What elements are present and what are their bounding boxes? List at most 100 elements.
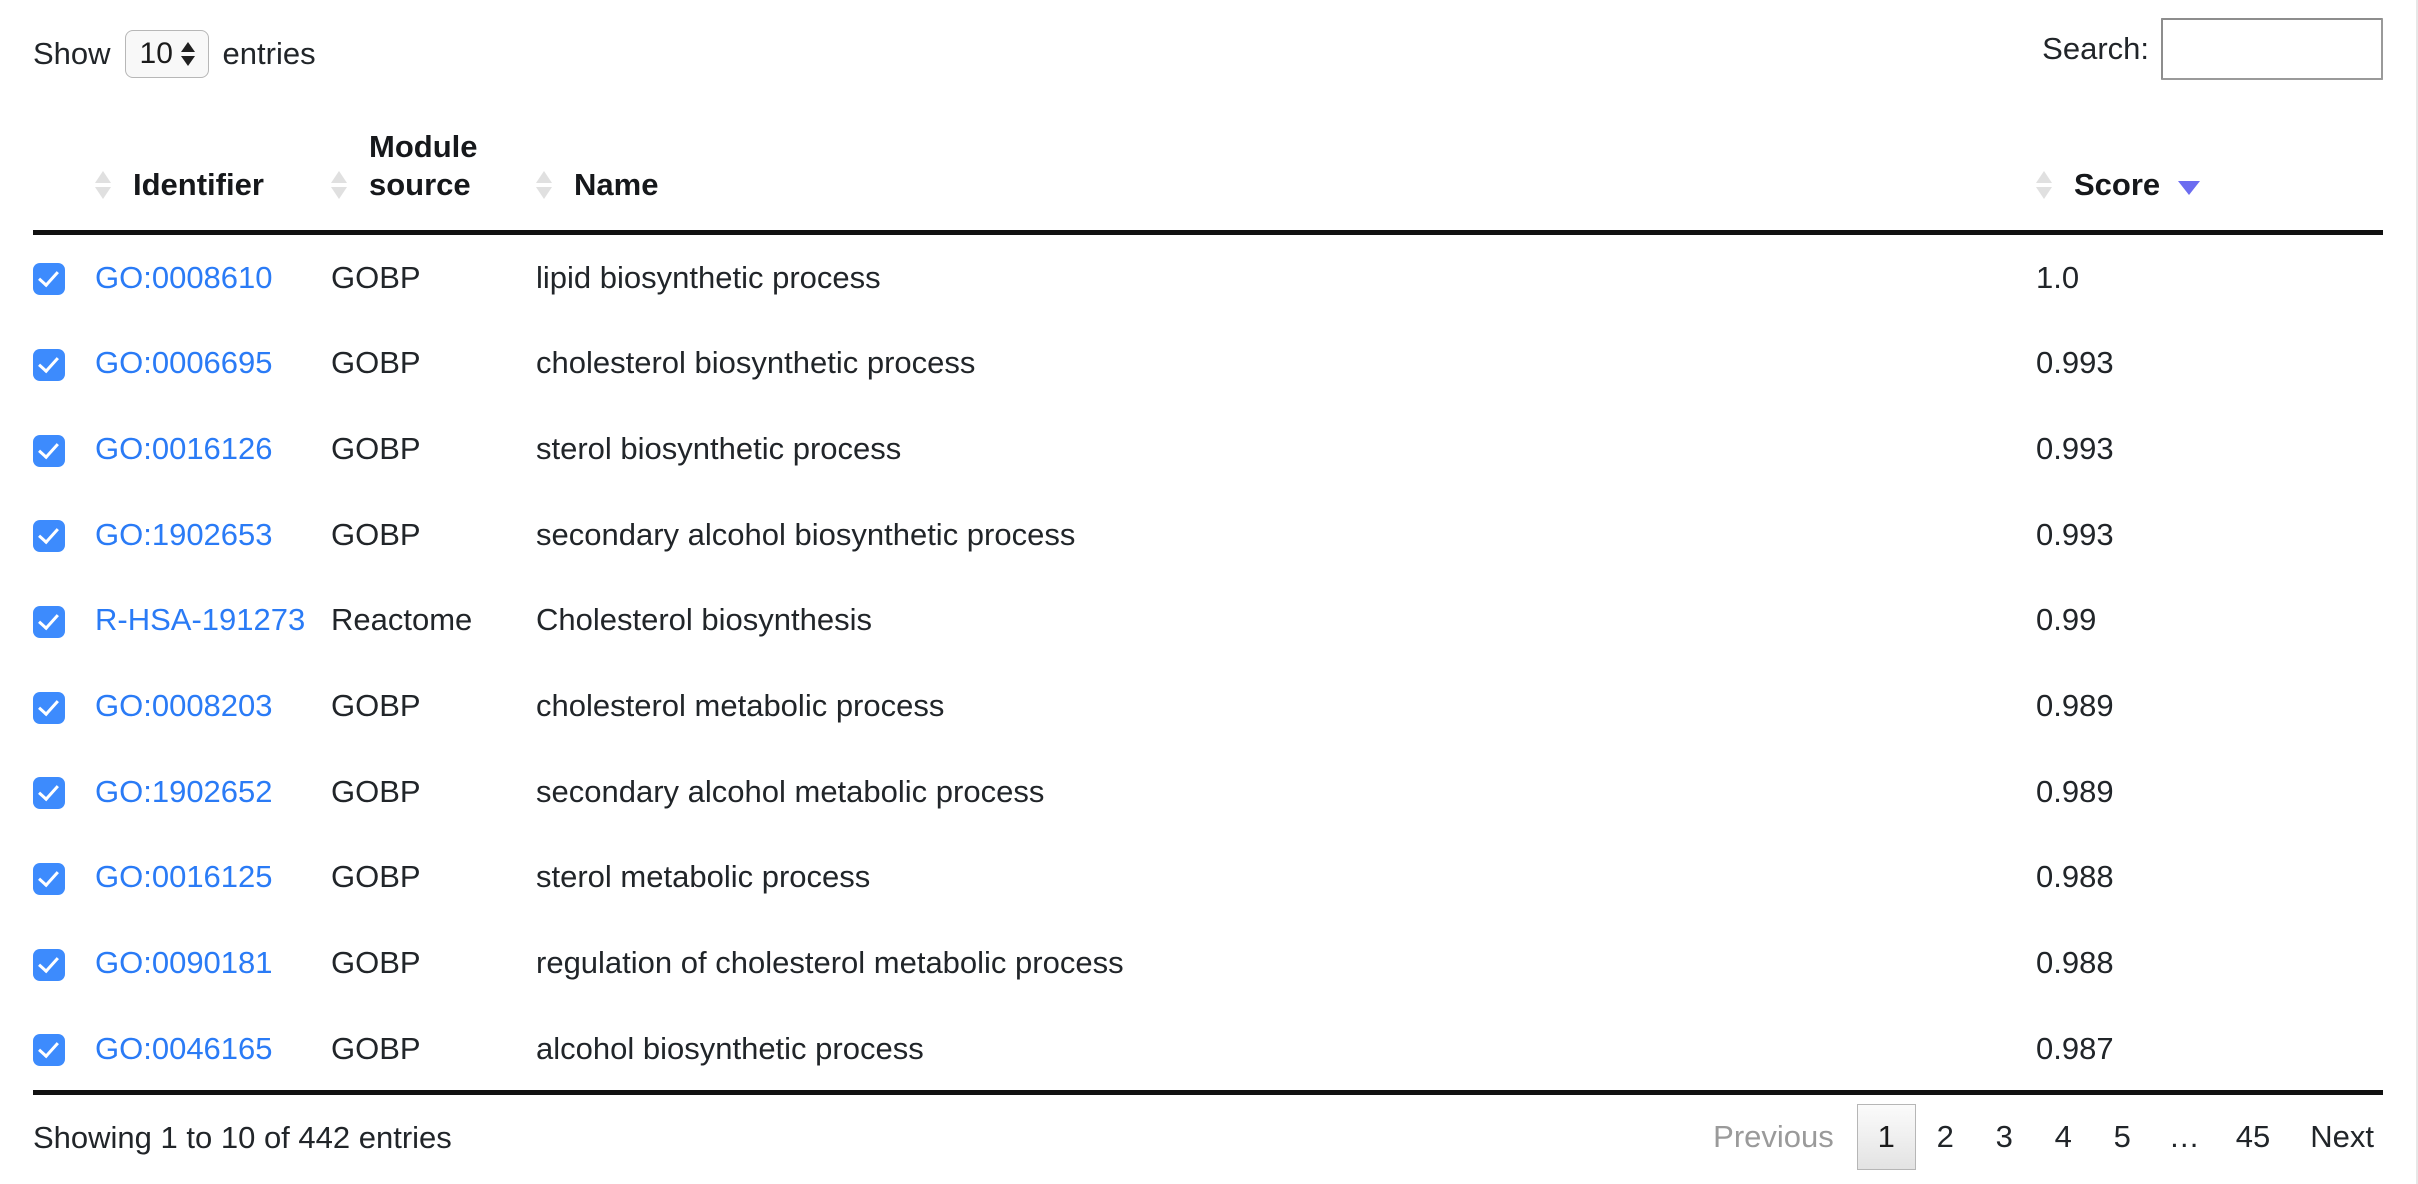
table-row: GO:0016126 GOBP sterol biosynthetic proces… bbox=[33, 406, 2383, 492]
identifier-link[interactable]: GO:0016125 bbox=[95, 859, 273, 894]
table-row: GO:0008203 GOBP cholesterol metabolic proc… bbox=[33, 663, 2383, 749]
identifier-cell: R-HSA-191273 bbox=[95, 577, 331, 663]
pagination-button-next[interactable]: Next bbox=[2287, 1104, 2383, 1170]
page-length-value: 10 bbox=[139, 37, 173, 70]
score-cell: 0.988 bbox=[2036, 859, 2114, 895]
row-checkbox[interactable] bbox=[33, 948, 65, 981]
row-select-cell bbox=[33, 834, 95, 920]
stepper-arrows-icon[interactable] bbox=[180, 39, 195, 69]
column-label-score: Score bbox=[2074, 166, 2161, 202]
column-label-module-source: Module source bbox=[369, 129, 478, 202]
module-source-cell: GOBP bbox=[331, 259, 421, 295]
identifier-link[interactable]: GO:0008610 bbox=[95, 260, 273, 295]
table-row: GO:0090181 GOBP regulation of cholesterol … bbox=[33, 920, 2383, 1006]
table-row: GO:0046165 GOBP alcohol biosynthetic proce… bbox=[33, 1006, 2383, 1093]
identifier-link[interactable]: GO:0016126 bbox=[95, 431, 273, 466]
module-source-cell: GOBP bbox=[331, 945, 421, 980]
pagination-button-3[interactable]: 3 bbox=[1975, 1104, 2034, 1170]
identifier-link[interactable]: GO:0046165 bbox=[95, 1031, 273, 1066]
row-checkbox[interactable] bbox=[33, 1034, 65, 1067]
table-controls-bar: Show 10 entries Search: bbox=[0, 0, 2418, 110]
column-header-name[interactable]: Name bbox=[536, 128, 2036, 235]
identifier-link[interactable]: GO:0008203 bbox=[95, 688, 273, 723]
row-checkbox[interactable] bbox=[33, 691, 65, 724]
identifier-link[interactable]: GO:1902653 bbox=[95, 517, 273, 552]
name-cell: cholesterol metabolic process bbox=[536, 687, 945, 723]
page-length-label-before: Show bbox=[33, 36, 111, 71]
name-cell: regulation of cholesterol metabolic proc… bbox=[536, 945, 1124, 980]
row-checkbox[interactable] bbox=[33, 863, 65, 896]
search-input[interactable] bbox=[2161, 18, 2383, 80]
row-checkbox[interactable] bbox=[33, 263, 65, 296]
name-cell: secondary alcohol metabolic process bbox=[536, 773, 1045, 809]
row-checkbox[interactable] bbox=[33, 606, 65, 639]
column-header-identifier[interactable]: Identifier bbox=[95, 128, 331, 235]
sort-icon[interactable] bbox=[536, 170, 552, 200]
module-source-cell: GOBP bbox=[331, 773, 421, 809]
table-header-row: Identifier Module source Name Score bbox=[33, 128, 2383, 235]
datatable-panel: Show 10 entries Search: Identifier Modul… bbox=[0, 0, 2418, 1184]
name-cell: alcohol biosynthetic process bbox=[536, 1030, 924, 1066]
table-row: GO:1902653 GOBP secondary alcohol biosynth… bbox=[33, 492, 2383, 578]
row-select-cell bbox=[33, 232, 95, 320]
sort-icon[interactable] bbox=[2036, 170, 2052, 200]
table-bottom-rule bbox=[33, 1090, 2383, 1095]
pagination-button-1[interactable]: 1 bbox=[1856, 1104, 1916, 1170]
row-select-cell bbox=[33, 1006, 95, 1093]
module-source-cell: GOBP bbox=[331, 516, 421, 552]
score-cell: 0.993 bbox=[2036, 345, 2114, 381]
identifier-link[interactable]: GO:0090181 bbox=[95, 945, 273, 980]
search-label: Search: bbox=[2042, 31, 2149, 66]
score-cell: 1.0 bbox=[2036, 259, 2080, 295]
identifier-link[interactable]: R-HSA-191273 bbox=[95, 602, 305, 637]
score-cell: 0.993 bbox=[2036, 430, 2114, 466]
identifier-link[interactable]: GO:1902652 bbox=[95, 774, 273, 809]
module-source-cell: GOBP bbox=[331, 859, 421, 895]
row-checkbox[interactable] bbox=[33, 777, 65, 810]
score-cell: 0.988 bbox=[2036, 945, 2114, 980]
name-cell: cholesterol biosynthetic process bbox=[536, 345, 976, 381]
pagination-button-4[interactable]: 4 bbox=[2034, 1104, 2093, 1170]
pagination-button-2[interactable]: 2 bbox=[1916, 1104, 1975, 1170]
pagination-button-5[interactable]: 5 bbox=[2093, 1104, 2152, 1170]
score-cell: 0.993 bbox=[2036, 516, 2114, 552]
identifier-link[interactable]: GO:0006695 bbox=[95, 345, 273, 380]
pagination: Previous 1 2 3 4 5… 45 Next bbox=[1690, 1104, 2383, 1170]
identifier-cell: GO:0090181 bbox=[95, 920, 331, 1006]
pagination-button-: … bbox=[2168, 1119, 2202, 1154]
sort-descending-icon[interactable] bbox=[2178, 180, 2201, 195]
row-select-cell bbox=[33, 920, 95, 1006]
score-cell: 0.989 bbox=[2036, 773, 2114, 809]
column-header-score[interactable]: Score bbox=[2036, 128, 2383, 235]
identifier-cell: GO:0008203 bbox=[95, 663, 331, 749]
row-select-cell bbox=[33, 663, 95, 749]
identifier-cell: GO:0006695 bbox=[95, 320, 331, 406]
identifier-cell: GO:0016125 bbox=[95, 834, 331, 920]
module-source-cell: GOBP bbox=[331, 1030, 421, 1066]
row-checkbox[interactable] bbox=[33, 349, 65, 382]
row-select-cell bbox=[33, 749, 95, 835]
table-row: GO:0008610 GOBP lipid biosynthetic process… bbox=[33, 232, 2383, 320]
table-row: GO:0006695 GOBP cholesterol biosynthetic p… bbox=[33, 320, 2383, 406]
sort-icon[interactable] bbox=[95, 170, 111, 200]
page-length-select[interactable]: 10 bbox=[124, 30, 209, 78]
pagination-button-45[interactable]: 45 bbox=[2219, 1104, 2287, 1170]
table-info: Showing 1 to 10 of 442 entries bbox=[33, 1120, 452, 1155]
results-table: Identifier Module source Name Score GO:0… bbox=[33, 128, 2383, 1092]
module-source-cell: GOBP bbox=[331, 345, 421, 381]
table-row: R-HSA-191273 Reactome Cholesterol biosynth… bbox=[33, 577, 2383, 663]
sort-icon[interactable] bbox=[331, 170, 347, 200]
row-checkbox[interactable] bbox=[33, 520, 65, 553]
row-checkbox[interactable] bbox=[33, 434, 65, 467]
score-cell: 0.989 bbox=[2036, 687, 2114, 723]
table-body: GO:0008610 GOBP lipid biosynthetic process… bbox=[33, 232, 2383, 1092]
module-source-cell: GOBP bbox=[331, 687, 421, 723]
identifier-cell: GO:1902653 bbox=[95, 492, 331, 578]
identifier-cell: GO:0016126 bbox=[95, 406, 331, 492]
row-select-cell bbox=[33, 492, 95, 578]
column-label-name: Name bbox=[574, 166, 659, 202]
pagination-button-previous[interactable]: Previous bbox=[1690, 1104, 1857, 1170]
row-select-cell bbox=[33, 406, 95, 492]
row-select-cell bbox=[33, 320, 95, 406]
column-header-module-source[interactable]: Module source bbox=[331, 128, 536, 235]
